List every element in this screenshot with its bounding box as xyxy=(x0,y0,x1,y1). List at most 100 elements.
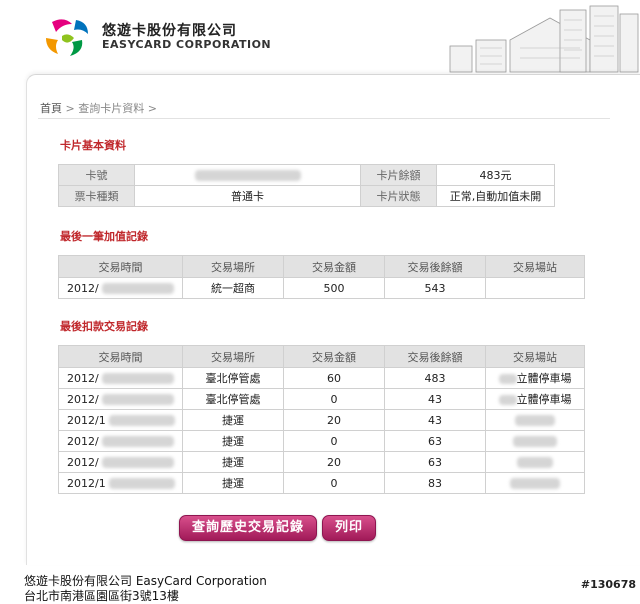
cell-place: 統一超商 xyxy=(182,277,284,299)
column-header: 交易後餘額 xyxy=(384,255,486,278)
watermark: #130678 xyxy=(580,578,636,591)
card-number-value xyxy=(134,164,361,186)
cell-date: 2012/1 xyxy=(58,409,183,431)
cell-station: 立體停車場 xyxy=(485,388,585,410)
breadcrumb-separator: > xyxy=(147,102,157,115)
cell-balance: 63 xyxy=(384,451,486,473)
cell-station xyxy=(485,430,585,452)
redacted-station xyxy=(498,374,517,384)
history-query-button[interactable]: 查詢歷史交易記錄 xyxy=(179,515,317,541)
column-header: 交易場所 xyxy=(182,345,284,368)
card-balance-value: 483元 xyxy=(436,164,555,186)
cell-place: 臺北停管處 xyxy=(182,367,284,389)
date-text: 2012/ xyxy=(67,392,99,406)
cell-place: 捷運 xyxy=(182,451,284,473)
divider xyxy=(38,118,610,119)
cell-balance: 43 xyxy=(384,409,486,431)
column-header: 交易場所 xyxy=(182,255,284,278)
redacted-station xyxy=(498,395,517,405)
cell-station: 立體停車場 xyxy=(485,367,585,389)
cell-balance: 43 xyxy=(384,388,486,410)
cell-station xyxy=(485,451,585,473)
table-row: 2012/ 統一超商 500 543 xyxy=(58,277,585,299)
brand-name-en: EASYCARD CORPORATION xyxy=(102,38,272,51)
redacted-date xyxy=(102,457,175,468)
cell-amount: 60 xyxy=(283,367,385,389)
cell-date: 2012/ xyxy=(58,451,183,473)
site-header: 悠遊卡股份有限公司 EASYCARD CORPORATION xyxy=(0,0,640,76)
column-header: 交易場站 xyxy=(485,255,585,278)
cell-station xyxy=(485,409,585,431)
cell-date: 2012/ xyxy=(58,367,183,389)
card-status-value: 正常,自動加值未開 xyxy=(436,185,555,207)
card-basic-table: 卡號 卡片餘額 483元 票卡種類 普通卡 卡片狀態 正常,自動加值未開 xyxy=(58,164,555,207)
cell-balance: 63 xyxy=(384,430,486,452)
cell-amount: 20 xyxy=(283,409,385,431)
column-header: 交易金額 xyxy=(283,255,385,278)
cell-amount: 0 xyxy=(283,430,385,452)
date-text: 2012/ xyxy=(67,281,99,295)
column-header: 交易後餘額 xyxy=(384,345,486,368)
cell-place: 捷運 xyxy=(182,430,284,452)
table-row: 2012/1 捷運 0 83 xyxy=(58,472,585,494)
breadcrumb-current: 查詢卡片資料 xyxy=(78,102,145,115)
table-row: 2012/ 捷運 0 63 xyxy=(58,430,585,452)
cell-station xyxy=(485,472,585,494)
city-illustration-icon xyxy=(449,5,639,73)
cell-date: 2012/ xyxy=(58,430,183,452)
cell-amount: 0 xyxy=(283,472,385,494)
cell-balance: 543 xyxy=(384,277,486,299)
easycard-logo-icon xyxy=(46,19,88,56)
redacted-date xyxy=(102,436,175,447)
table-row: 2012/ 捷運 20 63 xyxy=(58,451,585,473)
redacted-station xyxy=(517,457,553,468)
cell-date: 2012/1 xyxy=(58,472,183,494)
card-type-label: 票卡種類 xyxy=(58,185,135,207)
cell-place: 臺北停管處 xyxy=(182,388,284,410)
station-text: 立體停車場 xyxy=(516,393,572,406)
section-title-deduct: 最後扣款交易記錄 xyxy=(60,320,148,333)
redacted-station xyxy=(513,436,557,447)
redacted-card-number xyxy=(194,170,301,181)
table-row: 2012/ 臺北停管處 0 43 立體停車場 xyxy=(58,388,585,410)
station-text: 立體停車場 xyxy=(516,372,572,385)
cell-amount: 0 xyxy=(283,388,385,410)
topup-table: 交易時間 交易場所 交易金額 交易後餘額 交易場站 2012/ 統一超商 500… xyxy=(58,255,585,299)
date-text: 2012/1 xyxy=(67,413,106,427)
redacted-date xyxy=(109,478,176,489)
table-row: 2012/ 臺北停管處 60 483 立體停車場 xyxy=(58,367,585,389)
date-text: 2012/ xyxy=(67,434,99,448)
redacted-date xyxy=(102,394,175,405)
redacted-date xyxy=(102,283,175,294)
breadcrumb: 首頁 > 查詢卡片資料 > xyxy=(40,100,157,116)
table-row: 2012/1 捷運 20 43 xyxy=(58,409,585,431)
card-number-label: 卡號 xyxy=(58,164,135,186)
redacted-station xyxy=(515,415,555,426)
cell-date: 2012/ xyxy=(58,388,183,410)
card-status-label: 卡片狀態 xyxy=(360,185,437,207)
column-header: 交易金額 xyxy=(283,345,385,368)
column-header: 交易時間 xyxy=(58,345,183,368)
print-button[interactable]: 列印 xyxy=(322,515,376,541)
deduct-table: 交易時間 交易場所 交易金額 交易後餘額 交易場站 2012/ 臺北停管處 60… xyxy=(58,345,585,494)
cell-station xyxy=(485,277,585,299)
section-title-topup: 最後一筆加值記錄 xyxy=(60,230,148,243)
date-text: 2012/1 xyxy=(67,476,106,490)
section-title-basic: 卡片基本資料 xyxy=(60,139,126,152)
cell-place: 捷運 xyxy=(182,409,284,431)
brand-name-cn: 悠遊卡股份有限公司 xyxy=(102,23,237,39)
column-header: 交易場站 xyxy=(485,345,585,368)
cell-balance: 83 xyxy=(384,472,486,494)
cell-amount: 500 xyxy=(283,277,385,299)
cell-balance: 483 xyxy=(384,367,486,389)
column-header: 交易時間 xyxy=(58,255,183,278)
breadcrumb-home[interactable]: 首頁 xyxy=(40,102,62,115)
card-type-value: 普通卡 xyxy=(134,185,361,207)
breadcrumb-separator: > xyxy=(65,102,75,115)
date-text: 2012/ xyxy=(67,455,99,469)
redacted-station xyxy=(510,478,560,489)
footer-address: 台北市南港區園區街3號13樓 xyxy=(24,589,179,603)
redacted-date xyxy=(102,373,175,384)
date-text: 2012/ xyxy=(67,371,99,385)
cell-place: 捷運 xyxy=(182,472,284,494)
